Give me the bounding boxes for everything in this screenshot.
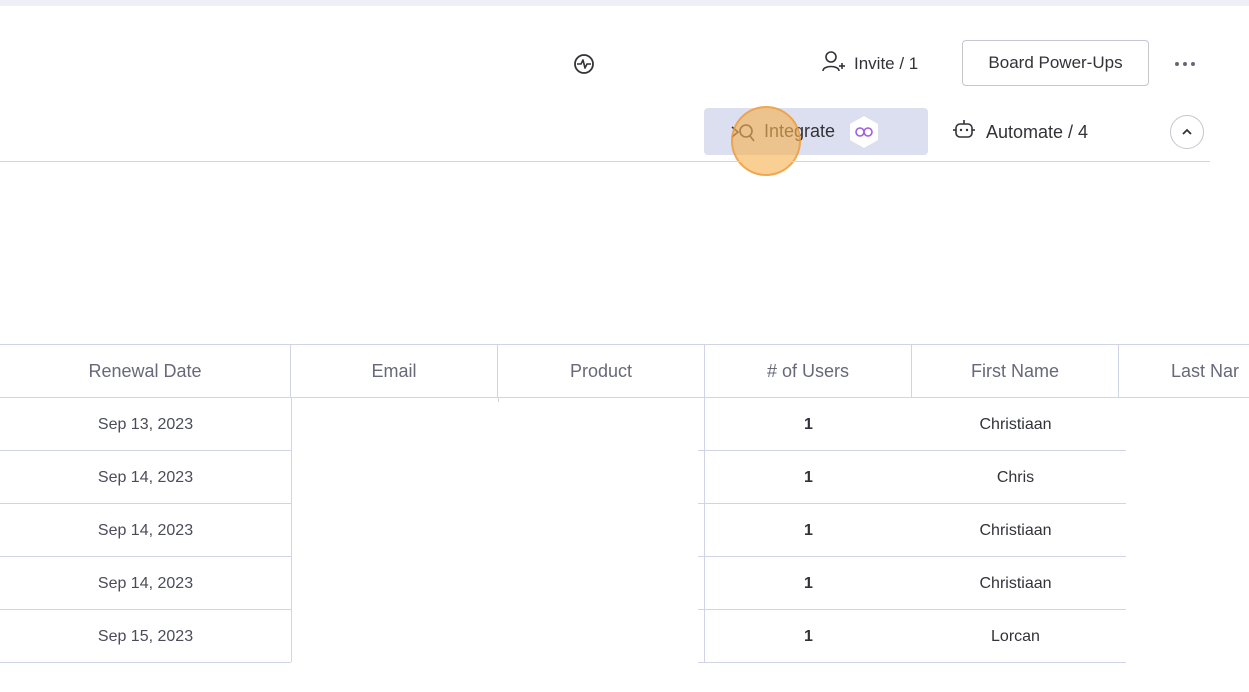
toolbar-divider (0, 161, 1210, 162)
column-header-product[interactable]: Product (498, 345, 705, 398)
integrate-icon (730, 121, 758, 143)
column-divider (291, 398, 292, 662)
cell-users[interactable]: 1 (705, 610, 912, 663)
more-dots-icon[interactable] (1168, 52, 1202, 76)
automate-button[interactable]: Automate / 4 (952, 118, 1088, 146)
cell-renewal-date[interactable]: Sep 13, 2023 (0, 398, 291, 451)
activity-icon[interactable] (572, 52, 596, 76)
column-header-first-name[interactable]: First Name (912, 345, 1119, 398)
cell-first-name[interactable]: Christiaan (912, 504, 1119, 557)
column-divider (498, 398, 499, 402)
cell-renewal-date[interactable]: Sep 14, 2023 (0, 451, 291, 504)
integration-badge-icon (847, 114, 881, 150)
cell-users[interactable]: 1 (705, 557, 912, 610)
cell-renewal-date[interactable]: Sep 14, 2023 (0, 504, 291, 557)
cell-users[interactable]: 1 (705, 398, 912, 451)
add-person-icon (820, 50, 846, 79)
integrate-label: Integrate (764, 121, 836, 141)
cell-first-name[interactable]: Christiaan (912, 398, 1119, 451)
automate-label: Automate / 4 (986, 121, 1089, 142)
cell-renewal-date[interactable]: Sep 14, 2023 (0, 557, 291, 610)
column-header-users[interactable]: # of Users (705, 345, 912, 398)
cell-users[interactable]: 1 (705, 504, 912, 557)
cell-first-name[interactable]: Christiaan (912, 557, 1119, 610)
chevron-up-icon[interactable] (1170, 115, 1204, 149)
robot-icon (952, 119, 976, 146)
cell-users[interactable]: 1 (705, 451, 912, 504)
invite-button[interactable]: Invite / 1 (820, 50, 918, 78)
column-header-renewal-date[interactable]: Renewal Date (0, 345, 291, 398)
cell-first-name[interactable]: Lorcan (912, 610, 1119, 663)
cell-renewal-date[interactable]: Sep 15, 2023 (0, 610, 291, 663)
board-power-ups-button[interactable]: Board Power-Ups (962, 40, 1149, 86)
column-header-email[interactable]: Email (291, 345, 498, 398)
table-header-row: Renewal Date Email Product # of Users Fi… (0, 344, 1249, 398)
invite-label: Invite / 1 (854, 54, 919, 73)
integrate-button[interactable]: Integrate (704, 108, 928, 155)
column-header-last-name[interactable]: Last Nar (1119, 345, 1249, 398)
cell-first-name[interactable]: Chris (912, 451, 1119, 504)
